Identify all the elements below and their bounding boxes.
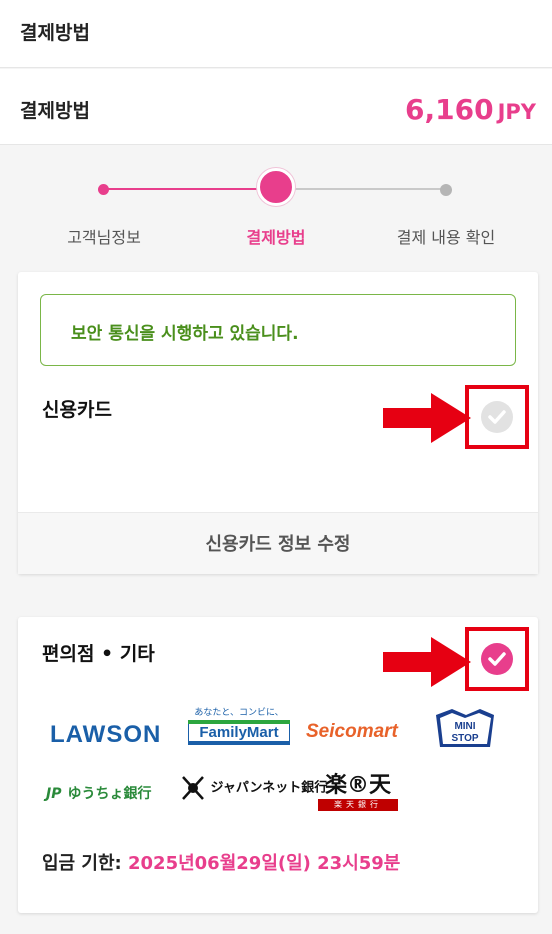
step-line-todo bbox=[276, 188, 446, 190]
progress-stepper: 고객님정보 결제방법 결제 내용 확인 bbox=[0, 150, 552, 260]
step-label-confirm: 결제 내용 확인 bbox=[396, 228, 496, 247]
arrow-right-icon bbox=[383, 637, 471, 687]
credit-card-title: 신용카드 bbox=[42, 399, 112, 421]
deadline-value: 2025년06월29일(일) 23시59분 bbox=[128, 853, 401, 874]
arrow-right-icon bbox=[383, 393, 471, 443]
step-dot-2-current bbox=[257, 168, 295, 206]
familymart-logo: あなたと、コンビに、 FamilyMart bbox=[188, 705, 290, 745]
edit-credit-card-label: 신용카드 정보 수정 bbox=[205, 534, 351, 555]
deadline-label: 입금 기한: bbox=[42, 853, 122, 874]
step-label-payment-method: 결제방법 bbox=[246, 228, 306, 247]
page-title: 결제방법 bbox=[20, 22, 90, 44]
step-line-done bbox=[104, 188, 274, 190]
lawson-logo: LAWSON bbox=[50, 721, 162, 748]
step-dot-3 bbox=[440, 184, 452, 196]
svg-text:MINI: MINI bbox=[454, 721, 475, 732]
payment-deadline: 입금 기한: 2025년06월29일(일) 23시59분 bbox=[42, 849, 400, 875]
step-label-customer-info: 고객님정보 bbox=[67, 228, 141, 247]
convenience-select-highlight bbox=[465, 627, 529, 691]
rakuten-bank-logo: 楽®天 楽天銀行 bbox=[318, 767, 398, 811]
step-dot-1 bbox=[98, 184, 109, 195]
japan-post-bank-logo: JP ゆうちょ銀行 bbox=[46, 786, 152, 802]
ministop-logo: MINI STOP bbox=[432, 707, 498, 755]
credit-card-option[interactable]: 보안 통신을 시행하고 있습니다. 신용카드 신용카드 정보 수정 bbox=[18, 272, 538, 574]
svg-text:STOP: STOP bbox=[451, 733, 478, 744]
payment-label: 결제방법 bbox=[20, 100, 90, 122]
edit-credit-card-button[interactable]: 신용카드 정보 수정 bbox=[18, 512, 538, 574]
check-circle-icon[interactable] bbox=[481, 401, 513, 433]
credit-card-select-highlight bbox=[465, 385, 529, 449]
secure-notice: 보안 통신을 시행하고 있습니다. bbox=[40, 294, 516, 366]
convenience-title: 편의점 • 기타 bbox=[42, 643, 155, 665]
check-circle-icon[interactable] bbox=[481, 643, 513, 675]
secure-message: 보안 통신을 시행하고 있습니다. bbox=[71, 324, 299, 344]
japan-net-bank-logo: ジャパンネット銀行 bbox=[180, 773, 327, 803]
payment-amount-row: 결제방법 6,160 JPY bbox=[0, 69, 552, 145]
seicomart-logo: Seicomart bbox=[306, 721, 398, 742]
payment-amount: 6,160 JPY bbox=[405, 93, 536, 126]
convenience-store-option[interactable]: 편의점 • 기타 LAWSON あなたと、コンビに、 FamilyMart Se… bbox=[18, 617, 538, 913]
top-bar: 결제방법 bbox=[0, 0, 552, 68]
